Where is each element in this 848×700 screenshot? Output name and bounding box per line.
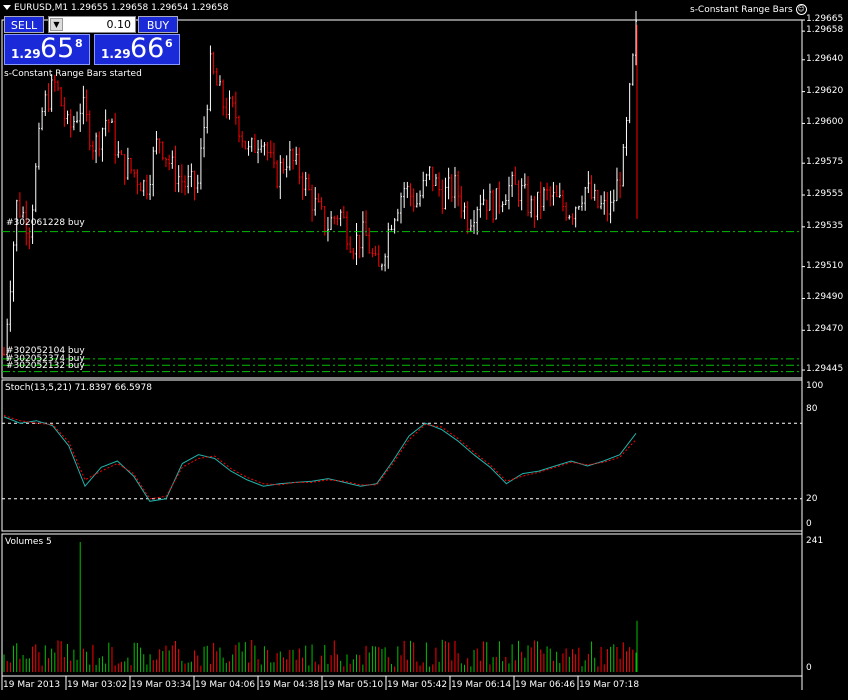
price-tick-label: 1.29445 [806,364,844,375]
panel-frames [1,19,805,690]
stochastic-lines [2,415,802,502]
lot-size-input[interactable]: ▼ 0.10 [48,16,136,33]
time-tick-label: 19 Mar 05:10 [323,680,384,690]
time-tick-label: 19 Mar 05:42 [387,680,448,690]
price-tick-label: 1.29640 [806,53,844,64]
lot-dropdown-arrow-icon[interactable]: ▼ [50,18,63,31]
stoch-main-line [3,416,637,502]
price-tick-label: 1.29600 [806,117,844,128]
price-tick-label: 1.29510 [806,260,844,271]
volume-tick: 0 [806,663,812,673]
time-tick-label: 19 Mar 07:18 [579,680,640,690]
buy-price-prefix: 1.29 [101,47,131,61]
time-tick-label: 19 Mar 2013 [3,680,61,690]
price-tick-label: 1.29658 [806,25,844,36]
smiley-icon: ☺ [795,4,807,15]
sell-price-box[interactable]: 1.29 65 8 [4,33,90,65]
stoch-tick: 100 [806,381,824,391]
sell-button[interactable]: SELL [4,16,44,33]
panel-frame [1,379,803,532]
price-tick-label: 1.29535 [806,220,844,231]
time-tick-label: 19 Mar 04:38 [259,680,320,690]
price-tick-label: 1.29665 [806,14,844,24]
volume-bars [3,542,638,672]
stoch-tick: 20 [806,494,818,504]
sell-price-prefix: 1.29 [11,47,41,61]
buy-button[interactable]: BUY [138,16,178,33]
price-tick-label: 1.29575 [806,157,844,168]
buy-price-box[interactable]: 1.29 66 6 [94,33,180,65]
order-label[interactable]: #302052132 buy [6,362,85,371]
buy-price-big: 66 [130,33,165,64]
order-label[interactable]: #302061228 buy [6,219,85,228]
time-tick-label: 19 Mar 06:46 [515,680,576,690]
volumes-title: Volumes 5 [5,537,52,547]
stoch-signal-line [3,415,637,500]
price-tick-label: 1.29490 [806,292,844,303]
symbol-info-text: EURUSD,M1 1.29655 1.29658 1.29654 1.2965… [14,3,229,13]
stochastic-title: Stoch(13,5,21) 71.8397 66.5978 [5,383,152,393]
stoch-tick: 0 [806,519,812,529]
status-message: s-Constant Range Bars started [4,69,142,79]
stoch-tick: 80 [806,404,818,414]
chart-canvas[interactable] [0,0,848,700]
time-tick-label: 19 Mar 06:14 [451,680,512,690]
price-tick-label: 1.29470 [806,324,844,335]
time-tick-label: 19 Mar 04:06 [195,680,256,690]
buy-price-sup: 6 [165,37,173,50]
order-lines [2,231,802,373]
lot-value: 0.10 [106,18,132,31]
sell-price-big: 65 [40,33,75,64]
one-click-trading-panel: SELL ▼ 0.10 BUY 1.29 65 8 1.29 66 6 [4,14,180,66]
expert-name[interactable]: s-Constant Range Bars ☺ [690,4,807,15]
volume-tick: 241 [806,536,824,546]
time-tick-label: 19 Mar 03:34 [131,680,192,690]
symbol-info-icon [3,5,11,10]
price-tick-label: 1.29620 [806,85,844,96]
sell-price-sup: 8 [75,37,83,50]
price-tick-label: 1.29555 [806,189,844,200]
panel-frame [1,533,803,677]
time-tick-label: 19 Mar 03:02 [67,680,128,690]
expert-name-text: s-Constant Range Bars [690,5,793,15]
symbol-info: EURUSD,M1 1.29655 1.29658 1.29654 1.2965… [3,4,228,13]
